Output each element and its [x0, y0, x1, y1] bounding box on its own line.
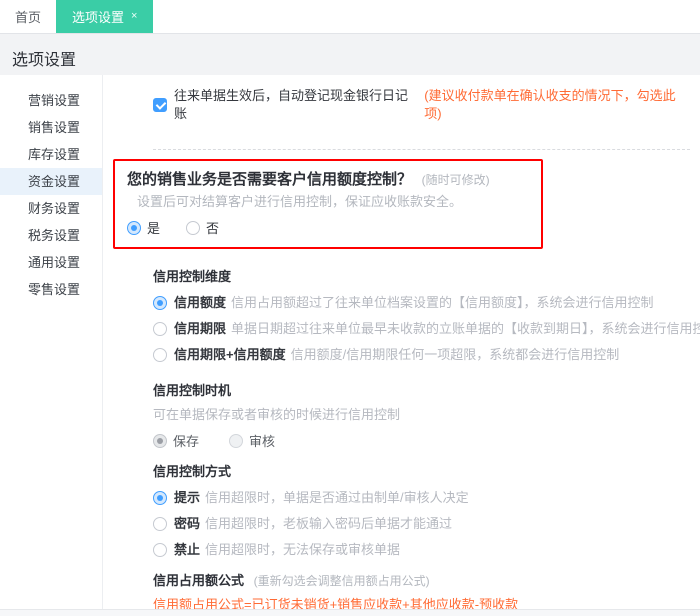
sidebar-item-label: 营销设置 — [28, 93, 81, 108]
sidebar-item[interactable]: 销售设置 — [0, 114, 102, 141]
sidebar-item[interactable]: 库存设置 — [0, 141, 102, 168]
credit-enabled-radio-option[interactable]: 是 — [127, 218, 160, 237]
tab-home[interactable]: 首页 — [0, 0, 56, 33]
credit-method-radio-option[interactable]: 提示 信用超限时，单据是否通过由制单/审核人决定 — [153, 490, 690, 506]
checkbox-icon[interactable] — [153, 98, 167, 112]
settings-panel: 营销设置 销售设置 库存设置 资金设置 财务设置 税务设置 通用设置 零售设置 — [0, 75, 700, 610]
credit-question-title: 您的销售业务是否需要客户信用额度控制？ — [127, 171, 413, 188]
section-credit-dimension: 信用控制维度 信用额度 信用占用额超过了往来单位档案设置的【信用额度】，系统会进… — [153, 269, 700, 363]
credit-dimension-radio-option[interactable]: 信用期限 单据日期超过往来单位最早未收款的立账单据的【收款到期日】，系统会进行信… — [153, 321, 700, 337]
sidebar-item-label: 库存设置 — [28, 147, 81, 162]
section-credit-timing: 信用控制时机 可在单据保存或者审核的时候进行信用控制 保存 审核 — [153, 383, 690, 450]
settings-content: 往来单据生效后，自动登记现金银行日记账 (建议收付款单在确认收支的情况下，勾选此… — [103, 75, 700, 609]
radio-icon — [153, 543, 167, 557]
credit-dimension-radio-option[interactable]: 信用额度 信用占用额超过了往来单位档案设置的【信用额度】，系统会进行信用控制 — [153, 295, 690, 311]
page-header: 选项设置 — [0, 33, 700, 75]
credit-timing-title: 信用控制时机 — [153, 383, 232, 398]
radio-option-label: 审核 — [249, 434, 276, 449]
footer-strip — [0, 610, 700, 616]
radio-icon — [229, 433, 244, 448]
sidebar-item[interactable]: 资金设置 — [0, 168, 102, 195]
tab-options-settings[interactable]: 选项设置 × — [56, 0, 154, 33]
tab-bar: 首页 选项设置 × — [0, 0, 700, 33]
radio-icon — [153, 322, 167, 336]
sidebar-item[interactable]: 通用设置 — [0, 249, 102, 276]
credit-control-highlight-box: 您的销售业务是否需要客户信用额度控制？ (随时可修改) 设置后可对结算客户进行信… — [113, 159, 543, 249]
radio-icon — [186, 220, 201, 235]
credit-timing-radio-option[interactable]: 审核 — [229, 431, 275, 450]
credit-question-desc: 设置后可对结算客户进行信用控制，保证应收账款安全。 — [137, 194, 463, 209]
radio-option-label: 信用期限+信用额度 — [174, 347, 286, 362]
section-credit-method: 信用控制方式 提示 信用超限时，单据是否通过由制单/审核人决定 密码 信用超限时… — [153, 464, 690, 558]
credit-enabled-radio-group: 是 否 — [127, 218, 529, 237]
radio-icon — [127, 220, 141, 235]
radio-icon — [153, 491, 167, 505]
credit-method-radio-option[interactable]: 密码 信用超限时，老板输入密码后单据才能通过 — [153, 516, 690, 532]
radio-option-label: 密码 — [174, 516, 201, 531]
credit-enabled-radio-option[interactable]: 否 — [186, 218, 219, 237]
credit-formula-title: 信用占用额公式 — [153, 573, 245, 588]
sidebar-item-label: 销售设置 — [28, 120, 81, 135]
radio-option-label: 是 — [147, 221, 161, 236]
journal-option-row[interactable]: 往来单据生效后，自动登记现金银行日记账 (建议收付款单在确认收支的情况下，勾选此… — [153, 87, 690, 123]
radio-option-label: 信用期限 — [174, 321, 227, 336]
radio-option-label: 禁止 — [174, 542, 201, 557]
radio-option-label: 否 — [206, 221, 220, 236]
sidebar-item-label: 资金设置 — [28, 174, 81, 189]
journal-option-label: 往来单据生效后，自动登记现金银行日记账 — [174, 88, 409, 121]
radio-icon — [153, 296, 167, 310]
radio-option-desc: 信用超限时，单据是否通过由制单/审核人决定 — [205, 490, 469, 505]
radio-option-desc: 信用占用额超过了往来单位档案设置的【信用额度】，系统会进行信用控制 — [231, 295, 654, 310]
sidebar-item-label: 零售设置 — [28, 282, 81, 297]
sidebar-item[interactable]: 营销设置 — [0, 87, 102, 114]
radio-option-label: 保存 — [173, 434, 200, 449]
credit-formula-heading: 信用占用额公式 (重新勾选会调整信用额占用公式) — [153, 572, 690, 589]
credit-method-radio-option[interactable]: 禁止 信用超限时，无法保存或审核单据 — [153, 542, 690, 558]
settings-nav: 营销设置 销售设置 库存设置 资金设置 财务设置 税务设置 通用设置 零售设置 — [0, 75, 103, 609]
app-window: 首页 选项设置 × 选项设置 营销设置 销售设置 库存设置 资金设置 财务设置 … — [0, 0, 700, 616]
credit-question-heading: 您的销售业务是否需要客户信用额度控制？ (随时可修改) — [127, 170, 529, 190]
radio-option-label: 信用额度 — [174, 295, 227, 310]
radio-option-desc: 信用额度/信用期限任何一项超限，系统都会进行信用控制 — [290, 347, 620, 362]
section-divider — [153, 149, 690, 150]
page-title: 选项设置 — [12, 52, 77, 69]
credit-timing-desc: 可在单据保存或者审核的时候进行信用控制 — [153, 407, 401, 422]
radio-option-desc: 单据日期超过往来单位最早未收款的立账单据的【收款到期日】，系统会进行信用控制 — [231, 321, 700, 336]
credit-formula-text: 信用额占用公式=已订货未销货+销售应收款+其他应收款-预收款 — [153, 597, 519, 609]
credit-dimension-title: 信用控制维度 — [153, 269, 232, 284]
credit-formula-note: (重新勾选会调整信用额占用公式) — [253, 574, 430, 588]
credit-method-title: 信用控制方式 — [153, 464, 232, 479]
credit-dimension-radio-option[interactable]: 信用期限+信用额度 信用额度/信用期限任何一项超限，系统都会进行信用控制 — [153, 347, 690, 363]
sidebar-item-label: 财务设置 — [28, 201, 81, 216]
credit-question-note: (随时可修改) — [421, 173, 490, 187]
radio-option-desc: 信用超限时，无法保存或审核单据 — [205, 542, 401, 557]
credit-timing-radio-option[interactable]: 保存 — [153, 431, 199, 450]
radio-icon — [153, 433, 167, 448]
radio-option-label: 提示 — [174, 490, 201, 505]
radio-option-desc: 信用超限时，老板输入密码后单据才能通过 — [205, 516, 453, 531]
journal-option-note: (建议收付款单在确认收支的情况下，勾选此项) — [424, 88, 676, 121]
close-tab-icon[interactable]: × — [131, 11, 137, 22]
section-credit-formula: 信用占用额公式 (重新勾选会调整信用额占用公式) 信用额占用公式=已订货未销货+… — [153, 572, 690, 609]
tab-options-settings-label: 选项设置 — [72, 10, 125, 25]
credit-timing-radio-group: 保存 审核 — [153, 431, 690, 450]
sidebar-item-label: 通用设置 — [28, 255, 81, 270]
sidebar-item-label: 税务设置 — [28, 228, 81, 243]
sidebar-item[interactable]: 零售设置 — [0, 276, 102, 303]
sidebar-item[interactable]: 税务设置 — [0, 222, 102, 249]
sidebar-item[interactable]: 财务设置 — [0, 195, 102, 222]
radio-icon — [153, 348, 167, 362]
radio-icon — [153, 517, 167, 531]
